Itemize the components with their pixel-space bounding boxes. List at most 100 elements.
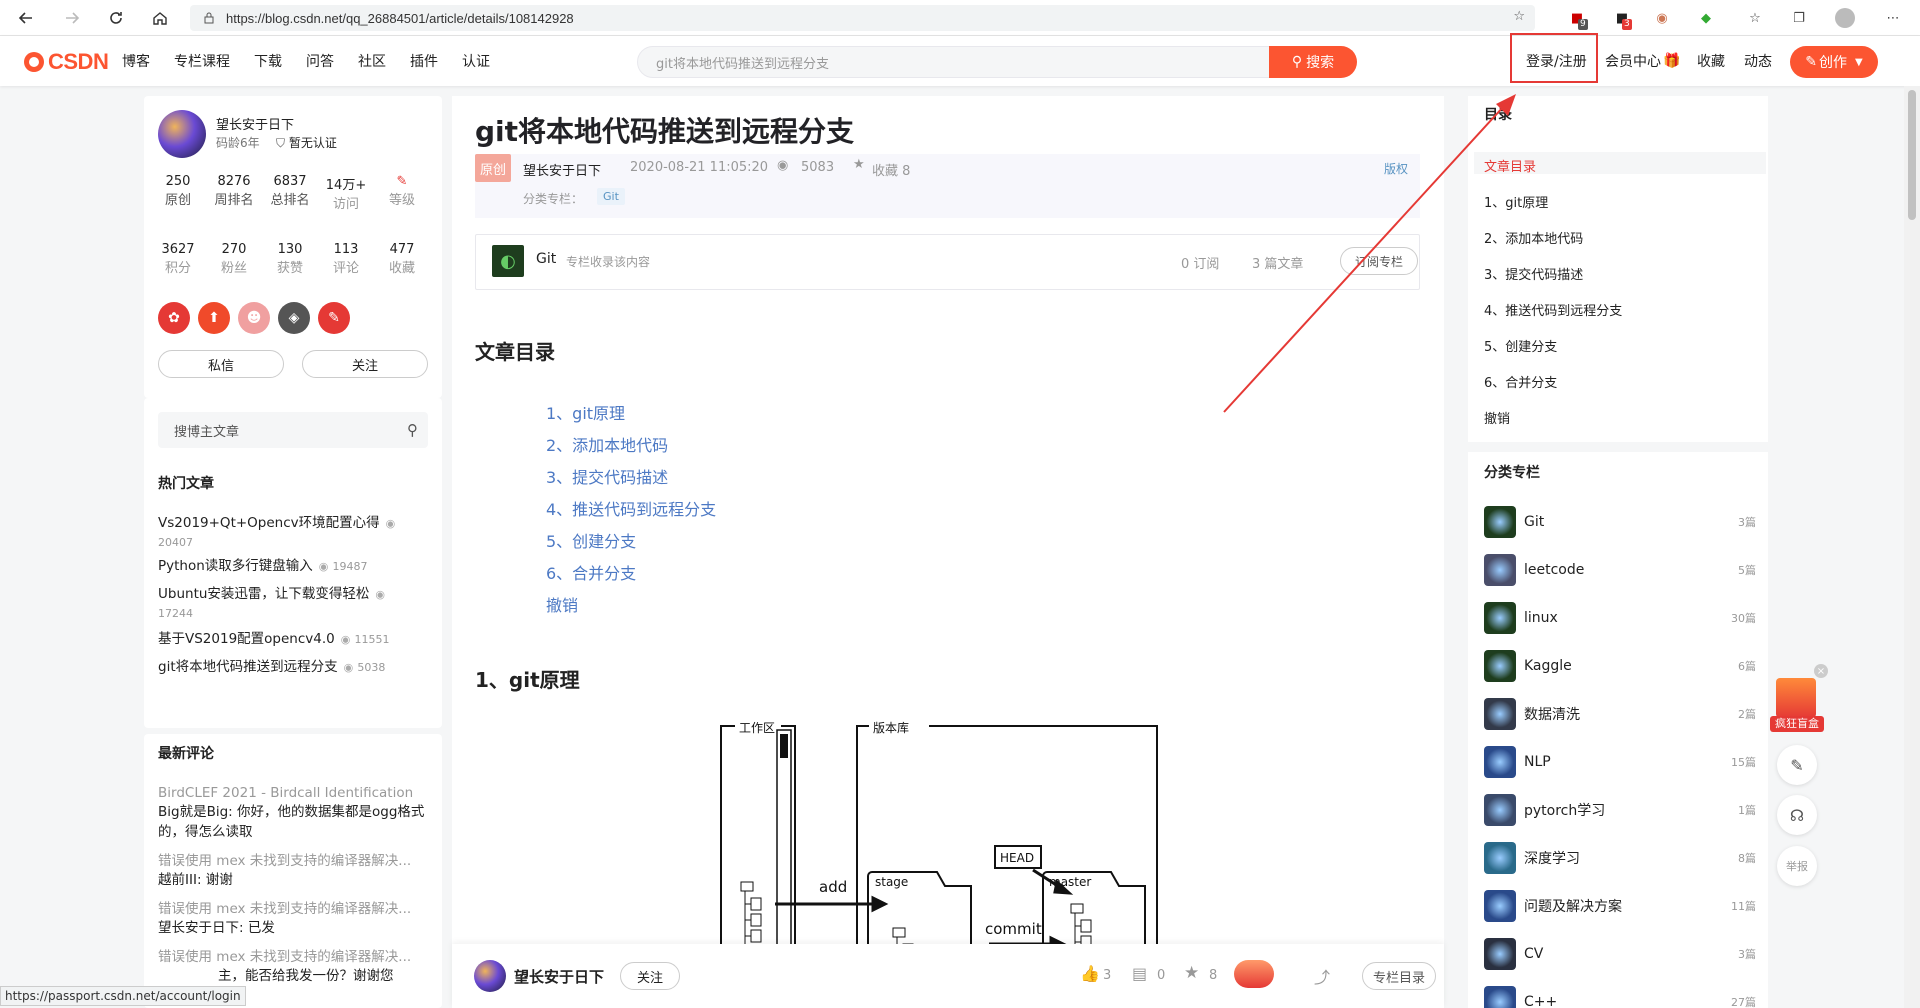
search-icon[interactable]: ⚲ <box>407 421 418 439</box>
refresh-icon[interactable] <box>96 0 136 36</box>
toc-link[interactable]: 6、合并分支 <box>546 560 636 584</box>
column-name[interactable]: linux <box>1524 610 1731 626</box>
csdn-logo[interactable]: CSDN <box>24 49 109 75</box>
hot-article-title[interactable]: Ubuntu安装迅雷，让下载变得轻松 <box>158 586 369 602</box>
column-item[interactable]: NLP 15篇 <box>1484 746 1756 778</box>
collections-icon[interactable]: ❐ <box>1788 7 1810 29</box>
column-name[interactable]: NLP <box>1524 754 1731 770</box>
follow-button[interactable]: 关注 <box>302 350 428 378</box>
favorites-link[interactable]: 收藏 <box>1697 36 1725 86</box>
nav-qa[interactable]: 问答 <box>306 51 334 71</box>
list-item[interactable]: Ubuntu安装迅雷，让下载变得轻松 ◉ 17244 <box>158 585 428 620</box>
column-item[interactable]: 深度学习 8篇 <box>1484 842 1756 874</box>
extension-icon[interactable]: ◆ <box>1695 7 1717 29</box>
column-name[interactable]: 问题及解决方案 <box>1524 896 1731 916</box>
vip-center-link[interactable]: 会员中心 🎁 <box>1605 36 1680 86</box>
blind-box-widget[interactable]: 疯狂盲盒 × <box>1770 664 1828 734</box>
column-name[interactable]: C++ <box>1524 994 1731 1008</box>
toc-link[interactable]: 5、创建分支 <box>546 528 636 552</box>
address-bar[interactable]: https://blog.csdn.net/qq_26884501/articl… <box>190 5 1535 31</box>
column-item[interactable]: C++ 27篇 <box>1484 986 1756 1008</box>
column-tag[interactable]: Git <box>597 188 625 205</box>
column-name[interactable]: 深度学习 <box>1524 848 1738 868</box>
list-item[interactable]: Python读取多行键盘输入 ◉ 19487 <box>158 557 428 575</box>
column-name[interactable]: pytorch学习 <box>1524 800 1738 820</box>
column-name[interactable]: Git <box>536 251 556 267</box>
report-button[interactable]: 举报 <box>1777 846 1817 886</box>
home-icon[interactable] <box>140 0 180 36</box>
scroll-thumb[interactable] <box>1908 90 1916 220</box>
stat-likes[interactable]: 130 获赞 <box>262 242 318 276</box>
comment-icon[interactable]: ▤ <box>1132 964 1147 983</box>
like-icon[interactable]: 👍 <box>1080 964 1100 983</box>
column-name[interactable]: 数据清洗 <box>1524 704 1738 724</box>
page-scrollbar[interactable] <box>1904 86 1920 1008</box>
headset-icon[interactable]: ☊ <box>1777 795 1817 835</box>
favorite-star-icon[interactable]: ☆ <box>1513 9 1525 24</box>
column-name[interactable]: Kaggle <box>1524 658 1738 674</box>
column-item[interactable]: Kaggle 6篇 <box>1484 650 1756 682</box>
stat-comments[interactable]: 113 评论 <box>318 242 374 276</box>
create-button[interactable]: ✎ 创作 ▼ <box>1790 46 1878 78</box>
list-item[interactable]: 错误使用 mex 未找到支持的编译器解决... 望长安于日下: 已发 <box>158 900 428 938</box>
blog-search-input[interactable]: 搜博主文章 ⚲ <box>158 412 428 448</box>
git-column-icon[interactable]: ◐ <box>492 245 524 277</box>
search-button[interactable]: ⚲ 搜索 <box>1269 46 1357 78</box>
badge-icon[interactable]: ⬆ <box>198 302 230 334</box>
column-name[interactable]: leetcode <box>1524 562 1738 578</box>
stat-original[interactable]: 250 原创 <box>150 174 206 212</box>
column-item[interactable]: 数据清洗 2篇 <box>1484 698 1756 730</box>
avatar[interactable] <box>158 110 206 158</box>
list-item[interactable]: Vs2019+Qt+Opencv环境配置心得 ◉ 20407 <box>158 514 428 549</box>
badge-icon[interactable]: ✿ <box>158 302 190 334</box>
stat-level[interactable]: ✎ 等级 <box>374 174 430 212</box>
share-icon[interactable]: ⤴ <box>1314 964 1330 988</box>
article-author[interactable]: 望长安于日下 <box>523 160 601 179</box>
column-item[interactable]: Git 3篇 <box>1484 506 1756 538</box>
stat-favorites[interactable]: 477 收藏 <box>374 242 430 276</box>
stat-visits[interactable]: 14万+ 访问 <box>318 174 374 212</box>
badge-icon[interactable]: ✎ <box>318 302 350 334</box>
badge-icon[interactable]: ◈ <box>278 302 310 334</box>
toc-link[interactable]: 撤销 <box>546 592 578 616</box>
nav-plugin[interactable]: 插件 <box>410 51 438 71</box>
bottom-follow-button[interactable]: 关注 <box>620 962 680 990</box>
message-button[interactable]: 私信 <box>158 350 284 378</box>
comment-article-title[interactable]: BirdCLEF 2021 - Birdcall Identification <box>158 784 428 802</box>
column-item[interactable]: pytorch学习 1篇 <box>1484 794 1756 826</box>
column-name[interactable]: Git <box>1524 514 1738 530</box>
back-icon[interactable] <box>6 0 46 36</box>
stat-weekly-rank[interactable]: 8276 周排名 <box>206 174 262 212</box>
comment-article-title[interactable]: 错误使用 mex 未找到支持的编译器解决... <box>158 948 428 966</box>
hot-article-title[interactable]: Vs2019+Qt+Opencv环境配置心得 <box>158 515 380 531</box>
bottom-author-name[interactable]: 望长安于日下 <box>514 966 604 987</box>
favorite-icon[interactable]: ★ <box>1184 963 1199 983</box>
list-item[interactable]: git将本地代码推送到远程分支 ◉ 5038 <box>158 658 428 676</box>
favorites-icon[interactable]: ☆ <box>1744 7 1766 29</box>
profile-avatar-icon[interactable] <box>1834 7 1856 29</box>
comment-article-title[interactable]: 错误使用 mex 未找到支持的编译器解决... <box>158 900 428 918</box>
extension-icon[interactable]: ◉ <box>1651 7 1673 29</box>
nav-community[interactable]: 社区 <box>358 51 386 71</box>
column-item[interactable]: linux 30篇 <box>1484 602 1756 634</box>
stat-points[interactable]: 3627 积分 <box>150 242 206 276</box>
search-input[interactable]: git将本地代码推送到远程分支 <box>637 46 1271 78</box>
toc-link[interactable]: 1、git原理 <box>546 400 625 424</box>
nav-course[interactable]: 专栏课程 <box>174 51 230 71</box>
column-item[interactable]: 问题及解决方案 11篇 <box>1484 890 1756 922</box>
more-menu-icon[interactable]: ⋯ <box>1882 7 1904 29</box>
column-name[interactable]: CV <box>1524 946 1738 962</box>
column-item[interactable]: CV 3篇 <box>1484 938 1756 970</box>
hot-article-title[interactable]: Python读取多行键盘输入 <box>158 558 313 574</box>
nav-download[interactable]: 下载 <box>254 51 282 71</box>
list-item[interactable]: 错误使用 mex 未找到支持的编译器解决... 越前III: 谢谢 <box>158 852 428 890</box>
stat-total-rank[interactable]: 6837 总排名 <box>262 174 318 212</box>
reward-icon[interactable] <box>1234 960 1274 988</box>
list-item[interactable]: 基于VS2019配置opencv4.0 ◉ 11551 <box>158 630 428 648</box>
toc-link[interactable]: 2、添加本地代码 <box>546 432 668 456</box>
column-toc-button[interactable]: 专栏目录 <box>1362 962 1436 990</box>
nav-cert[interactable]: 认证 <box>462 51 490 71</box>
list-item[interactable]: BirdCLEF 2021 - Birdcall Identification B… <box>158 784 428 842</box>
hot-article-title[interactable]: 基于VS2019配置opencv4.0 <box>158 631 335 647</box>
star-icon[interactable]: ★ <box>853 157 865 172</box>
